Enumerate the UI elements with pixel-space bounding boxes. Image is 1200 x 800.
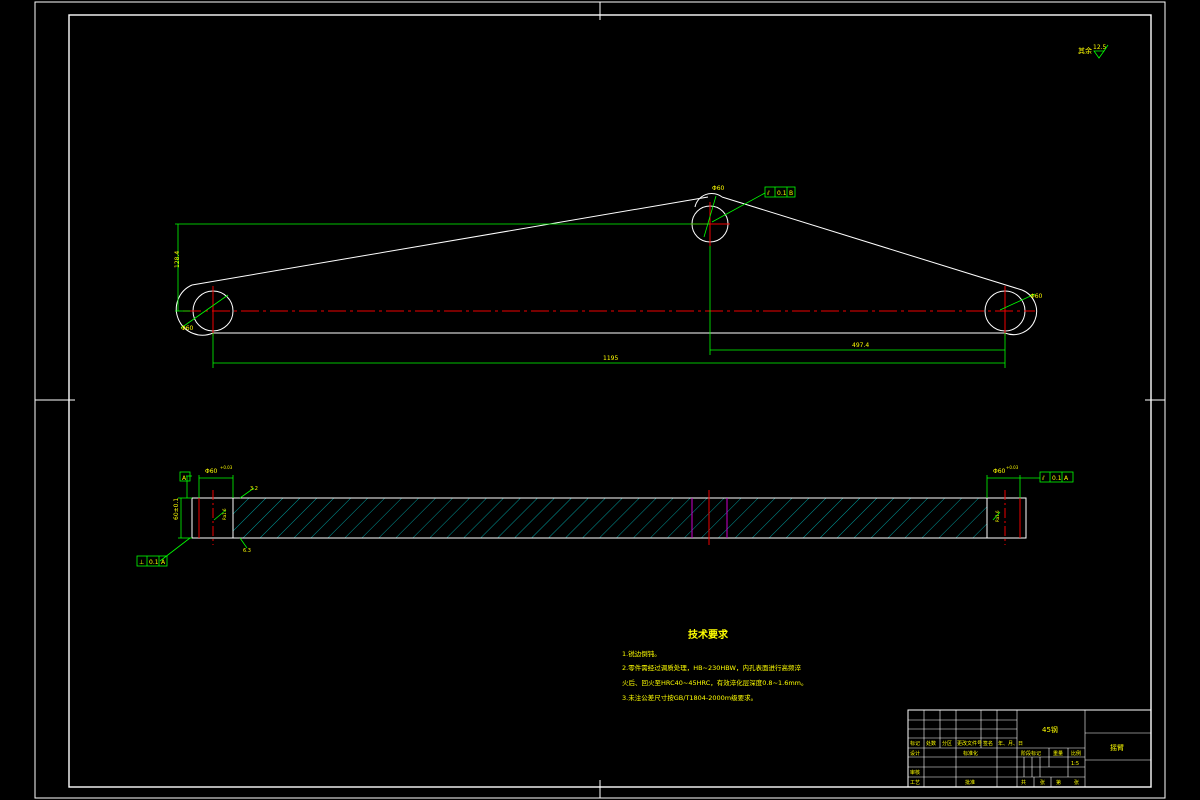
tolerance-frame-right: ⫽ 0.1 A bbox=[1039, 471, 1074, 483]
svg-text:标准化: 标准化 bbox=[963, 750, 978, 757]
svg-text:1:5: 1:5 bbox=[1071, 761, 1079, 767]
tech-requirements: 技术要求 1.锐边倒钝。 2.零件需经过调质处理，HB~230HBW，内孔表面进… bbox=[622, 628, 808, 702]
svg-text:张: 张 bbox=[1040, 779, 1045, 786]
dim-left-hole: Φ60 bbox=[181, 325, 194, 332]
tech-line-2: 2.零件需经过调质处理，HB~230HBW，内孔表面进行高频淬 bbox=[622, 663, 801, 672]
tolerance-frame-left: ⊥ 0.1 A bbox=[136, 555, 168, 567]
svg-text:阶段标记: 阶段标记 bbox=[1021, 750, 1041, 757]
svg-text:审核: 审核 bbox=[910, 769, 920, 776]
svg-text:比例: 比例 bbox=[1071, 750, 1081, 757]
surface-note-text: 其余 bbox=[1078, 46, 1092, 55]
svg-text:重量: 重量 bbox=[1053, 750, 1063, 757]
side-view: A 60±0.1 Φ60 +0.03 Φ60 +0.03 3.2 6.3 Ra1… bbox=[136, 465, 1074, 567]
title-part-name: 摇臂 bbox=[1110, 743, 1124, 752]
mark-left: Ra1.6 bbox=[222, 508, 227, 520]
svg-text:A: A bbox=[161, 559, 166, 566]
mark-right: Ra1.6 bbox=[995, 510, 1000, 522]
svg-text:批准: 批准 bbox=[965, 779, 975, 786]
surface-roughness-note: 其余 12.5 bbox=[1078, 44, 1109, 59]
top-view: 128.4 1195 497.4 Φ60 Φ60 Φ60 ⫽ 0.1 B bbox=[174, 185, 1043, 368]
svg-text:⊥: ⊥ bbox=[139, 559, 144, 566]
svg-text:分区: 分区 bbox=[942, 740, 952, 747]
tech-requirements-title: 技术要求 bbox=[688, 628, 729, 641]
dim-top-hole: Φ60 bbox=[712, 185, 725, 192]
svg-text:签名: 签名 bbox=[983, 740, 993, 747]
svg-text:年、月、日: 年、月、日 bbox=[998, 740, 1023, 747]
svg-text:共: 共 bbox=[1021, 779, 1026, 786]
svg-text:⫽: ⫽ bbox=[766, 190, 770, 197]
dim-height: 128.4 bbox=[174, 251, 181, 268]
cad-drawing-canvas: 其余 12.5 128.4 1195 497.4 Φ60 Φ60 Φ60 ⫽ 0… bbox=[34, 1, 1166, 799]
svg-text:A: A bbox=[1064, 475, 1069, 482]
tol-left: +0.03 bbox=[220, 465, 233, 470]
roughness-bottom: 6.3 bbox=[243, 548, 251, 554]
title-material: 45钢 bbox=[1042, 725, 1058, 734]
tolerance-frame-top: ⫽ 0.1 B bbox=[764, 186, 796, 198]
tech-line-3: 火后、回火至HRC40~45HRC，有效淬化层深度0.8~1.6mm。 bbox=[622, 678, 808, 687]
svg-text:工艺: 工艺 bbox=[910, 780, 920, 786]
svg-text:⫽: ⫽ bbox=[1041, 475, 1045, 482]
svg-text:更改文件号: 更改文件号 bbox=[957, 740, 982, 747]
roughness-top: 3.2 bbox=[250, 486, 258, 492]
dim-hole-right: Φ60 bbox=[993, 468, 1006, 475]
svg-text:第: 第 bbox=[1056, 779, 1061, 786]
tol-right: +0.03 bbox=[1006, 465, 1019, 470]
svg-text:标记: 标记 bbox=[910, 740, 920, 747]
sheet-border bbox=[34, 1, 1166, 799]
svg-text:0.1: 0.1 bbox=[149, 559, 159, 566]
svg-text:张: 张 bbox=[1074, 779, 1079, 786]
svg-text:处数: 处数 bbox=[926, 740, 936, 747]
svg-text:0.1: 0.1 bbox=[777, 190, 787, 197]
svg-text:0.1: 0.1 bbox=[1052, 475, 1062, 482]
tech-line-4: 3.未注公差尺寸按GB/T1804-2000m级要求。 bbox=[622, 693, 757, 702]
title-block: 45钢 摇臂 标记 处数 分区 更改文件号 签名 年、月、日 设计 标准化 审核… bbox=[907, 709, 1152, 788]
dim-right-hole: Φ60 bbox=[1030, 293, 1043, 300]
datum-a: A bbox=[179, 471, 191, 482]
svg-text:设计: 设计 bbox=[910, 750, 920, 757]
tech-line-1: 1.锐边倒钝。 bbox=[622, 649, 661, 658]
svg-text:B: B bbox=[789, 190, 793, 197]
dim-right: 497.4 bbox=[852, 342, 869, 349]
dim-hole-left: Φ60 bbox=[205, 468, 218, 475]
dim-thickness: 60±0.1 bbox=[173, 498, 180, 520]
dim-total: 1195 bbox=[603, 355, 618, 362]
